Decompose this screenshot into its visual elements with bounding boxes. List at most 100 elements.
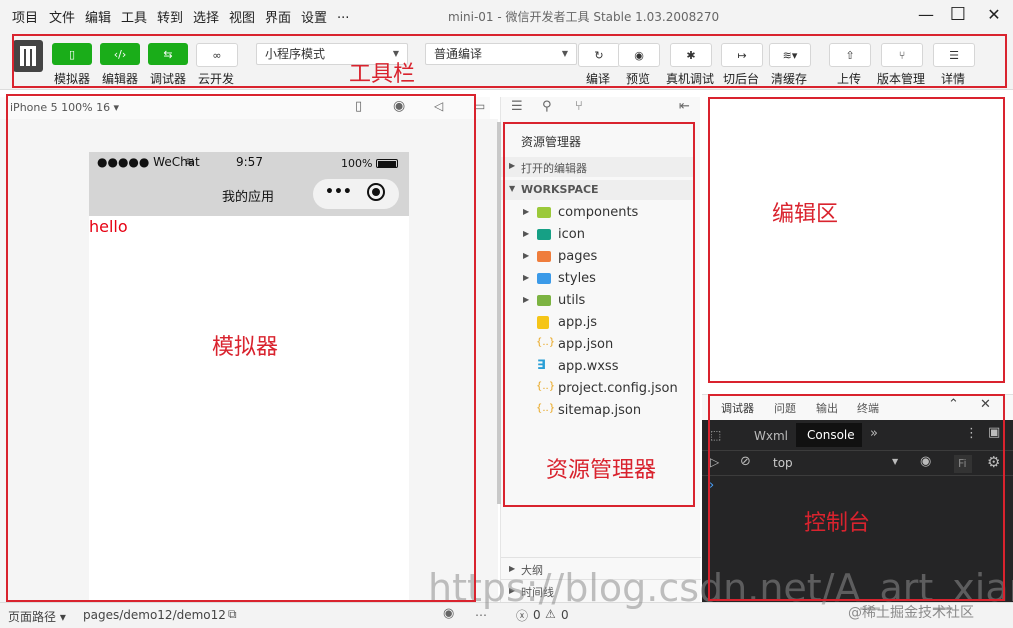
menu-bar: 项目 文件 编辑 工具 转到 选择 视图 界面 设置 ... mini-01 -… bbox=[0, 0, 1013, 30]
rotate-device-icon[interactable]: ▯ bbox=[355, 99, 362, 114]
collapse-panel-icon[interactable]: ⇤ bbox=[679, 99, 690, 114]
clear-console-icon[interactable]: ⊘ bbox=[740, 454, 751, 469]
json-file-icon: {..} bbox=[536, 403, 556, 414]
json-file-icon: {..} bbox=[536, 381, 556, 392]
chevron-up-icon[interactable]: ⌃ bbox=[948, 397, 959, 412]
menu-item-goto[interactable]: 转到 bbox=[157, 7, 183, 26]
folder-styles[interactable]: ▶ styles bbox=[501, 268, 691, 290]
editor-toggle-button[interactable]: ‹/› bbox=[100, 43, 140, 65]
file-project-config-json[interactable]: {..} project.config.json bbox=[501, 378, 691, 400]
tab-terminal[interactable]: 终端 bbox=[857, 400, 879, 416]
console-toolbar: ▷ ⊘ top ▼ ◉ Fi ⚙ bbox=[702, 450, 1013, 476]
folder-icon bbox=[537, 229, 551, 240]
background-label: 切后台 bbox=[723, 72, 760, 86]
file-sitemap-json[interactable]: {..} sitemap.json bbox=[501, 400, 691, 422]
background-button[interactable]: ↦ bbox=[721, 43, 763, 67]
tab-output[interactable]: 输出 bbox=[816, 400, 838, 416]
menu-item-select[interactable]: 选择 bbox=[193, 7, 219, 26]
simulator-scrollbar[interactable] bbox=[497, 122, 501, 504]
open-editors-section[interactable]: ▶ 打开的编辑器 bbox=[501, 157, 693, 177]
upload-button[interactable]: ⇧ bbox=[829, 43, 871, 67]
tab-wxml[interactable]: Wxml bbox=[754, 429, 788, 443]
menu-item-tools[interactable]: 工具 bbox=[121, 7, 147, 26]
filter-input[interactable]: Fi bbox=[954, 455, 972, 473]
simulator-toggle-button[interactable]: ▯ bbox=[52, 43, 92, 65]
record-icon[interactable]: ◉ bbox=[393, 98, 405, 114]
preview-label: 预览 bbox=[626, 72, 651, 86]
chevron-right-icon: ▶ bbox=[523, 273, 530, 282]
workspace-section[interactable]: ▼ WORKSPACE bbox=[501, 180, 693, 200]
version-control-button[interactable]: ⑂ bbox=[881, 43, 923, 67]
tab-console[interactable]: Console bbox=[796, 423, 862, 447]
minimize-button[interactable]: — bbox=[916, 5, 936, 25]
more-tabs-icon[interactable]: » bbox=[870, 426, 878, 441]
clear-cache-button[interactable]: ≋▾ bbox=[769, 43, 811, 67]
link-icon: ∞ bbox=[212, 48, 222, 62]
more-dots-icon[interactable]: ••• bbox=[325, 184, 352, 200]
menu-item-interface[interactable]: 界面 bbox=[265, 7, 291, 26]
gear-icon[interactable]: ⚙ bbox=[987, 453, 1000, 471]
debugger-toggle-button[interactable]: ⇆ bbox=[148, 43, 188, 65]
inspect-icon[interactable]: ⬚ bbox=[710, 428, 721, 442]
menu-item-file[interactable]: 文件 bbox=[49, 7, 75, 26]
compile-select[interactable]: 普通编译 ▼ bbox=[425, 43, 577, 65]
popout-icon[interactable]: ▭ bbox=[474, 99, 485, 113]
search-icon[interactable]: ⚲ bbox=[542, 99, 552, 114]
real-device-debug-button[interactable]: ✱ bbox=[670, 43, 712, 67]
explorer-panel: ☰ ⚲ ⑂ ⇤ 资源管理器 ▶ 打开的编辑器 ▼ WORKSPACE ▶ comp… bbox=[500, 97, 701, 602]
battery-icon bbox=[376, 159, 398, 168]
chevron-right-icon: ▶ bbox=[509, 161, 516, 170]
mode-select-value: 小程序模式 bbox=[265, 47, 326, 61]
folder-utils[interactable]: ▶ utils bbox=[501, 290, 691, 312]
tab-problems[interactable]: 问题 bbox=[774, 400, 796, 416]
capsule-button[interactable]: ••• bbox=[313, 179, 399, 209]
avatar[interactable] bbox=[13, 40, 43, 72]
eye-icon[interactable]: ◉ bbox=[920, 454, 931, 469]
folder-icon-dir[interactable]: ▶ icon bbox=[501, 224, 691, 246]
list-icon[interactable]: ☰ bbox=[511, 99, 523, 114]
file-app-js[interactable]: app.js bbox=[501, 312, 691, 334]
cloud-dev-button[interactable]: ∞ bbox=[196, 43, 238, 67]
menu-item-settings[interactable]: 设置 bbox=[301, 7, 327, 26]
editor-area[interactable] bbox=[702, 97, 1013, 387]
details-button[interactable]: ☰ bbox=[933, 43, 975, 67]
nav-title: 我的应用 bbox=[222, 190, 275, 205]
menu-item-edit[interactable]: 编辑 bbox=[85, 7, 111, 26]
folder-components[interactable]: ▶ components bbox=[501, 202, 691, 224]
copy-icon[interactable]: ⧉ bbox=[228, 607, 237, 622]
preview-button[interactable]: ◉ bbox=[618, 43, 660, 67]
page-path-select[interactable]: 页面路径 ▾ bbox=[8, 608, 66, 625]
folder-name: pages bbox=[558, 249, 598, 264]
context-select[interactable]: top bbox=[773, 456, 793, 470]
file-app-json[interactable]: {..} app.json bbox=[501, 334, 691, 356]
tab-debugger[interactable]: 调试器 bbox=[721, 400, 754, 416]
close-window-button[interactable]: ✕ bbox=[984, 5, 1004, 25]
close-mini-icon[interactable] bbox=[367, 183, 385, 201]
volume-icon[interactable]: ◁ bbox=[434, 99, 443, 113]
folder-icon bbox=[537, 273, 551, 284]
chevron-down-icon[interactable]: ▼ bbox=[892, 457, 898, 466]
menu-item-view[interactable]: 视图 bbox=[229, 7, 255, 26]
menu-icon: ☰ bbox=[949, 48, 959, 62]
device-select[interactable]: iPhone 5 100% 16 ▾ bbox=[10, 101, 119, 114]
kebab-menu-icon[interactable]: ⋮ bbox=[965, 426, 978, 441]
maximize-button[interactable]: ☐ bbox=[948, 5, 968, 25]
console-prompt[interactable]: › bbox=[709, 478, 714, 493]
folder-pages[interactable]: ▶ pages bbox=[501, 246, 691, 268]
menu-item-more[interactable]: ... bbox=[337, 7, 349, 22]
compile-label: 编译 bbox=[586, 72, 611, 86]
json-file-icon: {..} bbox=[536, 337, 556, 348]
warning-count: 0 bbox=[561, 608, 569, 622]
battery-percent: 100% bbox=[341, 157, 373, 170]
folder-icon bbox=[537, 295, 551, 306]
compile-button[interactable]: ↻ bbox=[578, 43, 620, 67]
close-icon[interactable]: ✕ bbox=[980, 397, 991, 412]
version-label: 版本管理 bbox=[877, 72, 926, 86]
dock-icon[interactable]: ▣ bbox=[988, 425, 1000, 440]
menu-item-project[interactable]: 项目 bbox=[12, 7, 38, 26]
toolbar-annotation-label: 工具栏 bbox=[349, 62, 416, 87]
sidebar-toggle-icon[interactable]: ▷ bbox=[710, 455, 719, 469]
file-app-wxss[interactable]: ∃ app.wxss bbox=[501, 356, 691, 378]
git-branch-icon[interactable]: ⑂ bbox=[575, 99, 583, 114]
js-file-icon bbox=[537, 316, 549, 329]
